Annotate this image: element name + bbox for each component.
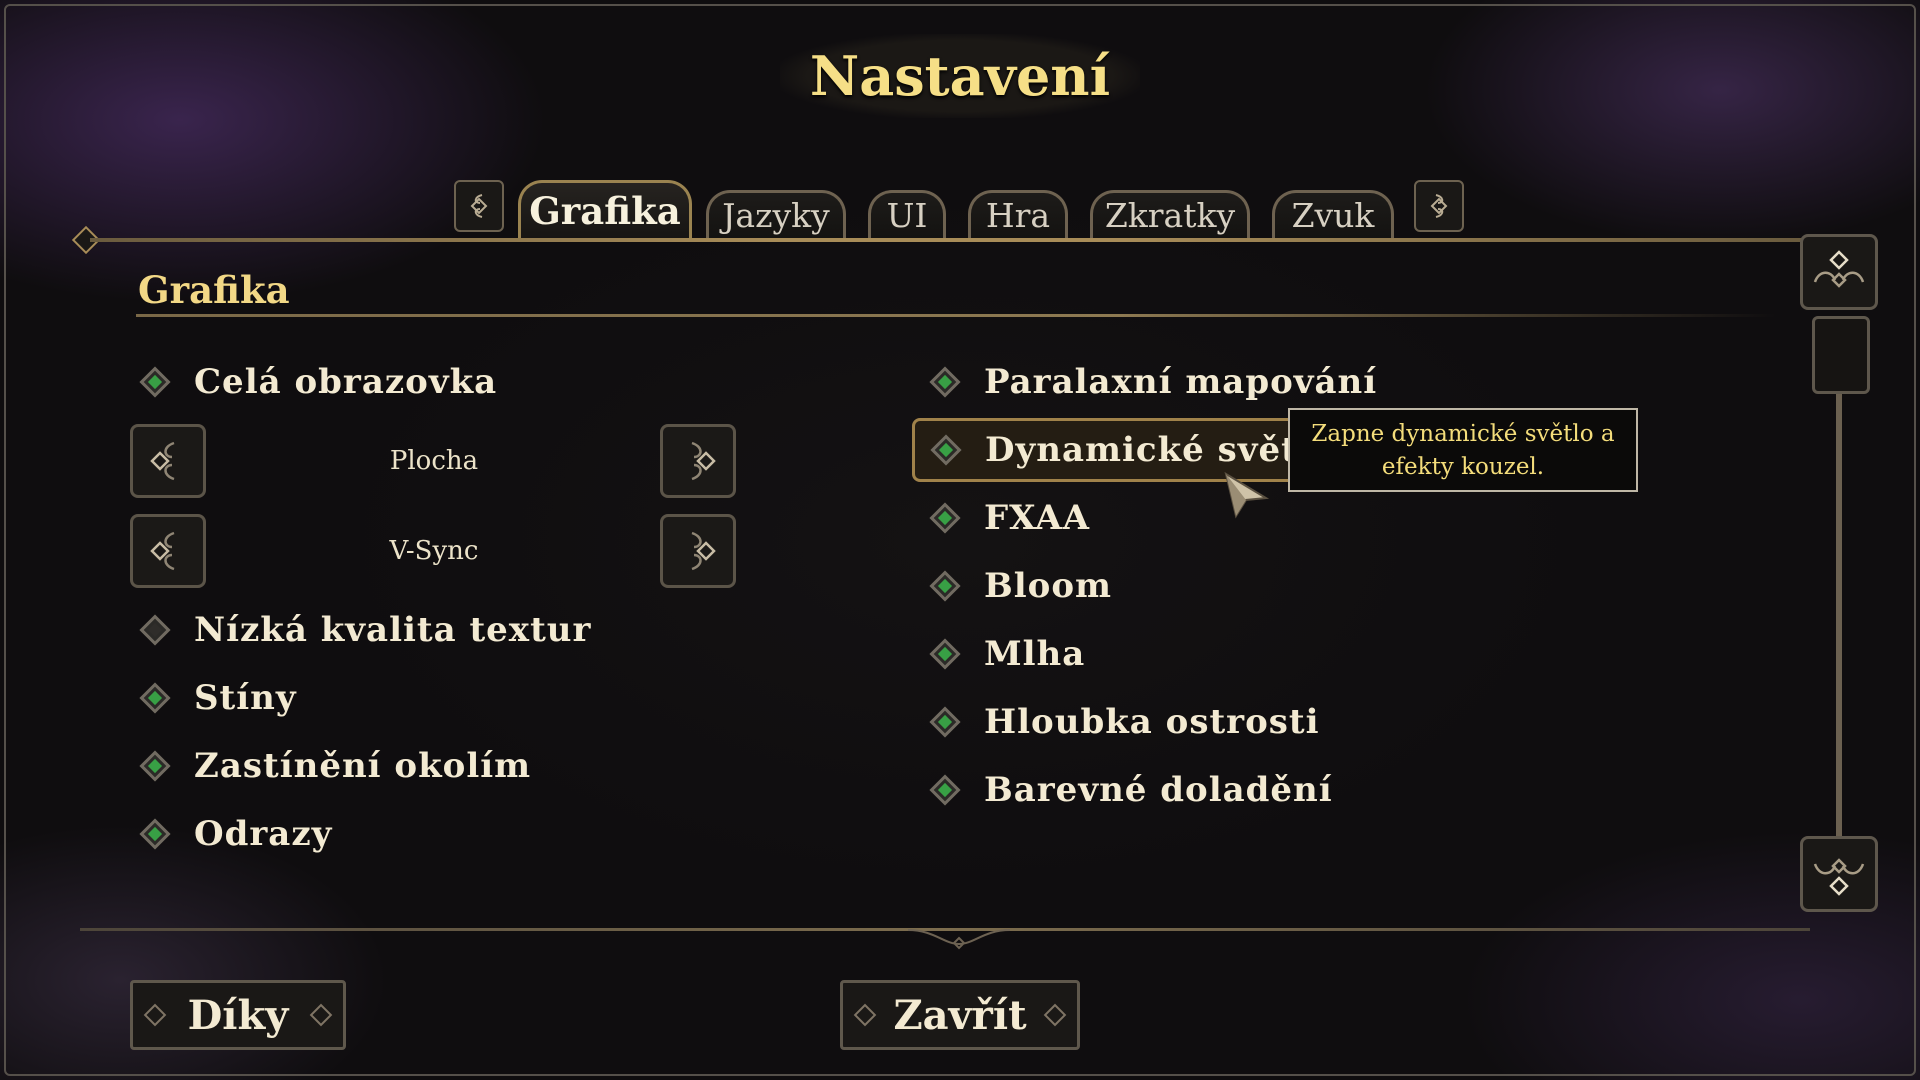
checkbox-diamond-icon [929,774,961,806]
option-low-textures[interactable]: Nízká kvalita textur [136,610,591,650]
scroll-up-button[interactable] [1800,234,1878,310]
option-depth-of-field[interactable]: Hloubka ostrosti [926,702,1320,742]
thanks-button[interactable]: Díky [130,980,346,1050]
tab-zkratky[interactable]: Zkratky [1090,190,1250,238]
checkbox-diamond-icon [139,818,171,850]
option-label: Mlha [984,634,1086,674]
option-bloom[interactable]: Bloom [926,566,1112,606]
tooltip-line-2: efekty kouzel. [1381,454,1545,480]
option-label: Nízká kvalita textur [194,610,592,650]
checkbox-diamond-icon [929,366,961,398]
close-label: Zavřít [893,991,1027,1039]
option-shadows[interactable]: Stíny [136,678,297,718]
checkbox-diamond-icon [139,614,171,646]
checkbox-diamond-icon [929,502,961,534]
checkbox-diamond-icon [139,750,171,782]
checkbox-diamond-icon [929,570,961,602]
option-fullscreen[interactable]: Celá obrazovka [136,362,497,402]
ornament-up-arrow-icon [1813,250,1865,288]
option-fxaa[interactable]: FXAA [926,498,1090,538]
diamond-icon [309,1003,333,1027]
display-mode-prev-button[interactable] [130,424,206,498]
option-dynamic-light[interactable]: Dynamické světlo [912,418,1349,482]
option-fog[interactable]: Mlha [926,634,1085,674]
vsync-prev-button[interactable] [130,514,206,588]
tab-prev-button[interactable] [454,180,504,232]
ornament-right-arrow-icon [691,531,716,571]
scroll-down-button[interactable] [1800,836,1878,912]
tab-divider [90,238,1806,242]
option-reflections[interactable]: Odrazy [136,814,332,854]
option-label: Barevné doladění [984,770,1333,810]
cursor-icon [1224,471,1270,519]
checkbox-diamond-icon [139,682,171,714]
tab-next-button[interactable] [1414,180,1464,232]
option-label: FXAA [984,498,1091,538]
tab-grafika[interactable]: Grafika [518,180,692,238]
option-color-grading[interactable]: Barevné doladění [926,770,1333,810]
divider-ornament-icon [907,929,1011,950]
option-ambient-occlusion[interactable]: Zastínění okolím [136,746,531,786]
option-label: Celá obrazovka [194,362,498,402]
diamond-icon [143,1003,167,1027]
option-label: Zastínění okolím [194,746,532,786]
ornament-left-arrow-icon [150,441,175,481]
ornament-down-arrow-icon [1813,858,1865,896]
checkbox-diamond-icon [929,638,961,670]
diamond-icon [1043,1003,1067,1027]
option-label: Odrazy [194,814,333,854]
tab-zvuk[interactable]: Zvuk [1272,190,1394,238]
display-mode-value: Plocha [389,446,479,476]
scrollbar-track[interactable] [1836,392,1842,836]
vsync-value: V-Sync [389,536,479,566]
option-label: Paralaxní mapování [984,362,1378,402]
section-title: Grafika [138,268,290,312]
section-divider [136,314,1776,317]
ornament-right-arrow-icon [691,441,716,481]
option-label: Hloubka ostrosti [984,702,1320,742]
scrollbar-thumb[interactable] [1812,316,1870,394]
page-title: Nastavení [780,34,1140,118]
tab-jazyky[interactable]: Jazyky [706,190,846,238]
option-label: Dynamické světlo [985,430,1336,470]
diamond-icon [853,1003,877,1027]
option-label: Stíny [194,678,297,718]
ornament-left-arrow-icon [150,531,175,571]
checkbox-diamond-icon [930,434,962,466]
ornament-right-arrow-icon [1430,194,1448,218]
tab-hra[interactable]: Hra [968,190,1068,238]
thanks-label: Díky [187,991,289,1039]
vsync-next-button[interactable] [660,514,736,588]
option-label: Bloom [984,566,1112,606]
tooltip: Zapne dynamické světlo a efekty kouzel. [1288,408,1638,492]
ornament-left-arrow-icon [470,194,488,218]
option-parallax[interactable]: Paralaxní mapování [926,362,1377,402]
close-button[interactable]: Zavřít [840,980,1080,1050]
checkbox-diamond-icon [929,706,961,738]
display-mode-next-button[interactable] [660,424,736,498]
checkbox-diamond-icon [139,366,171,398]
tab-ui[interactable]: UI [868,190,946,238]
tooltip-line-1: Zapne dynamické světlo a [1311,421,1615,447]
